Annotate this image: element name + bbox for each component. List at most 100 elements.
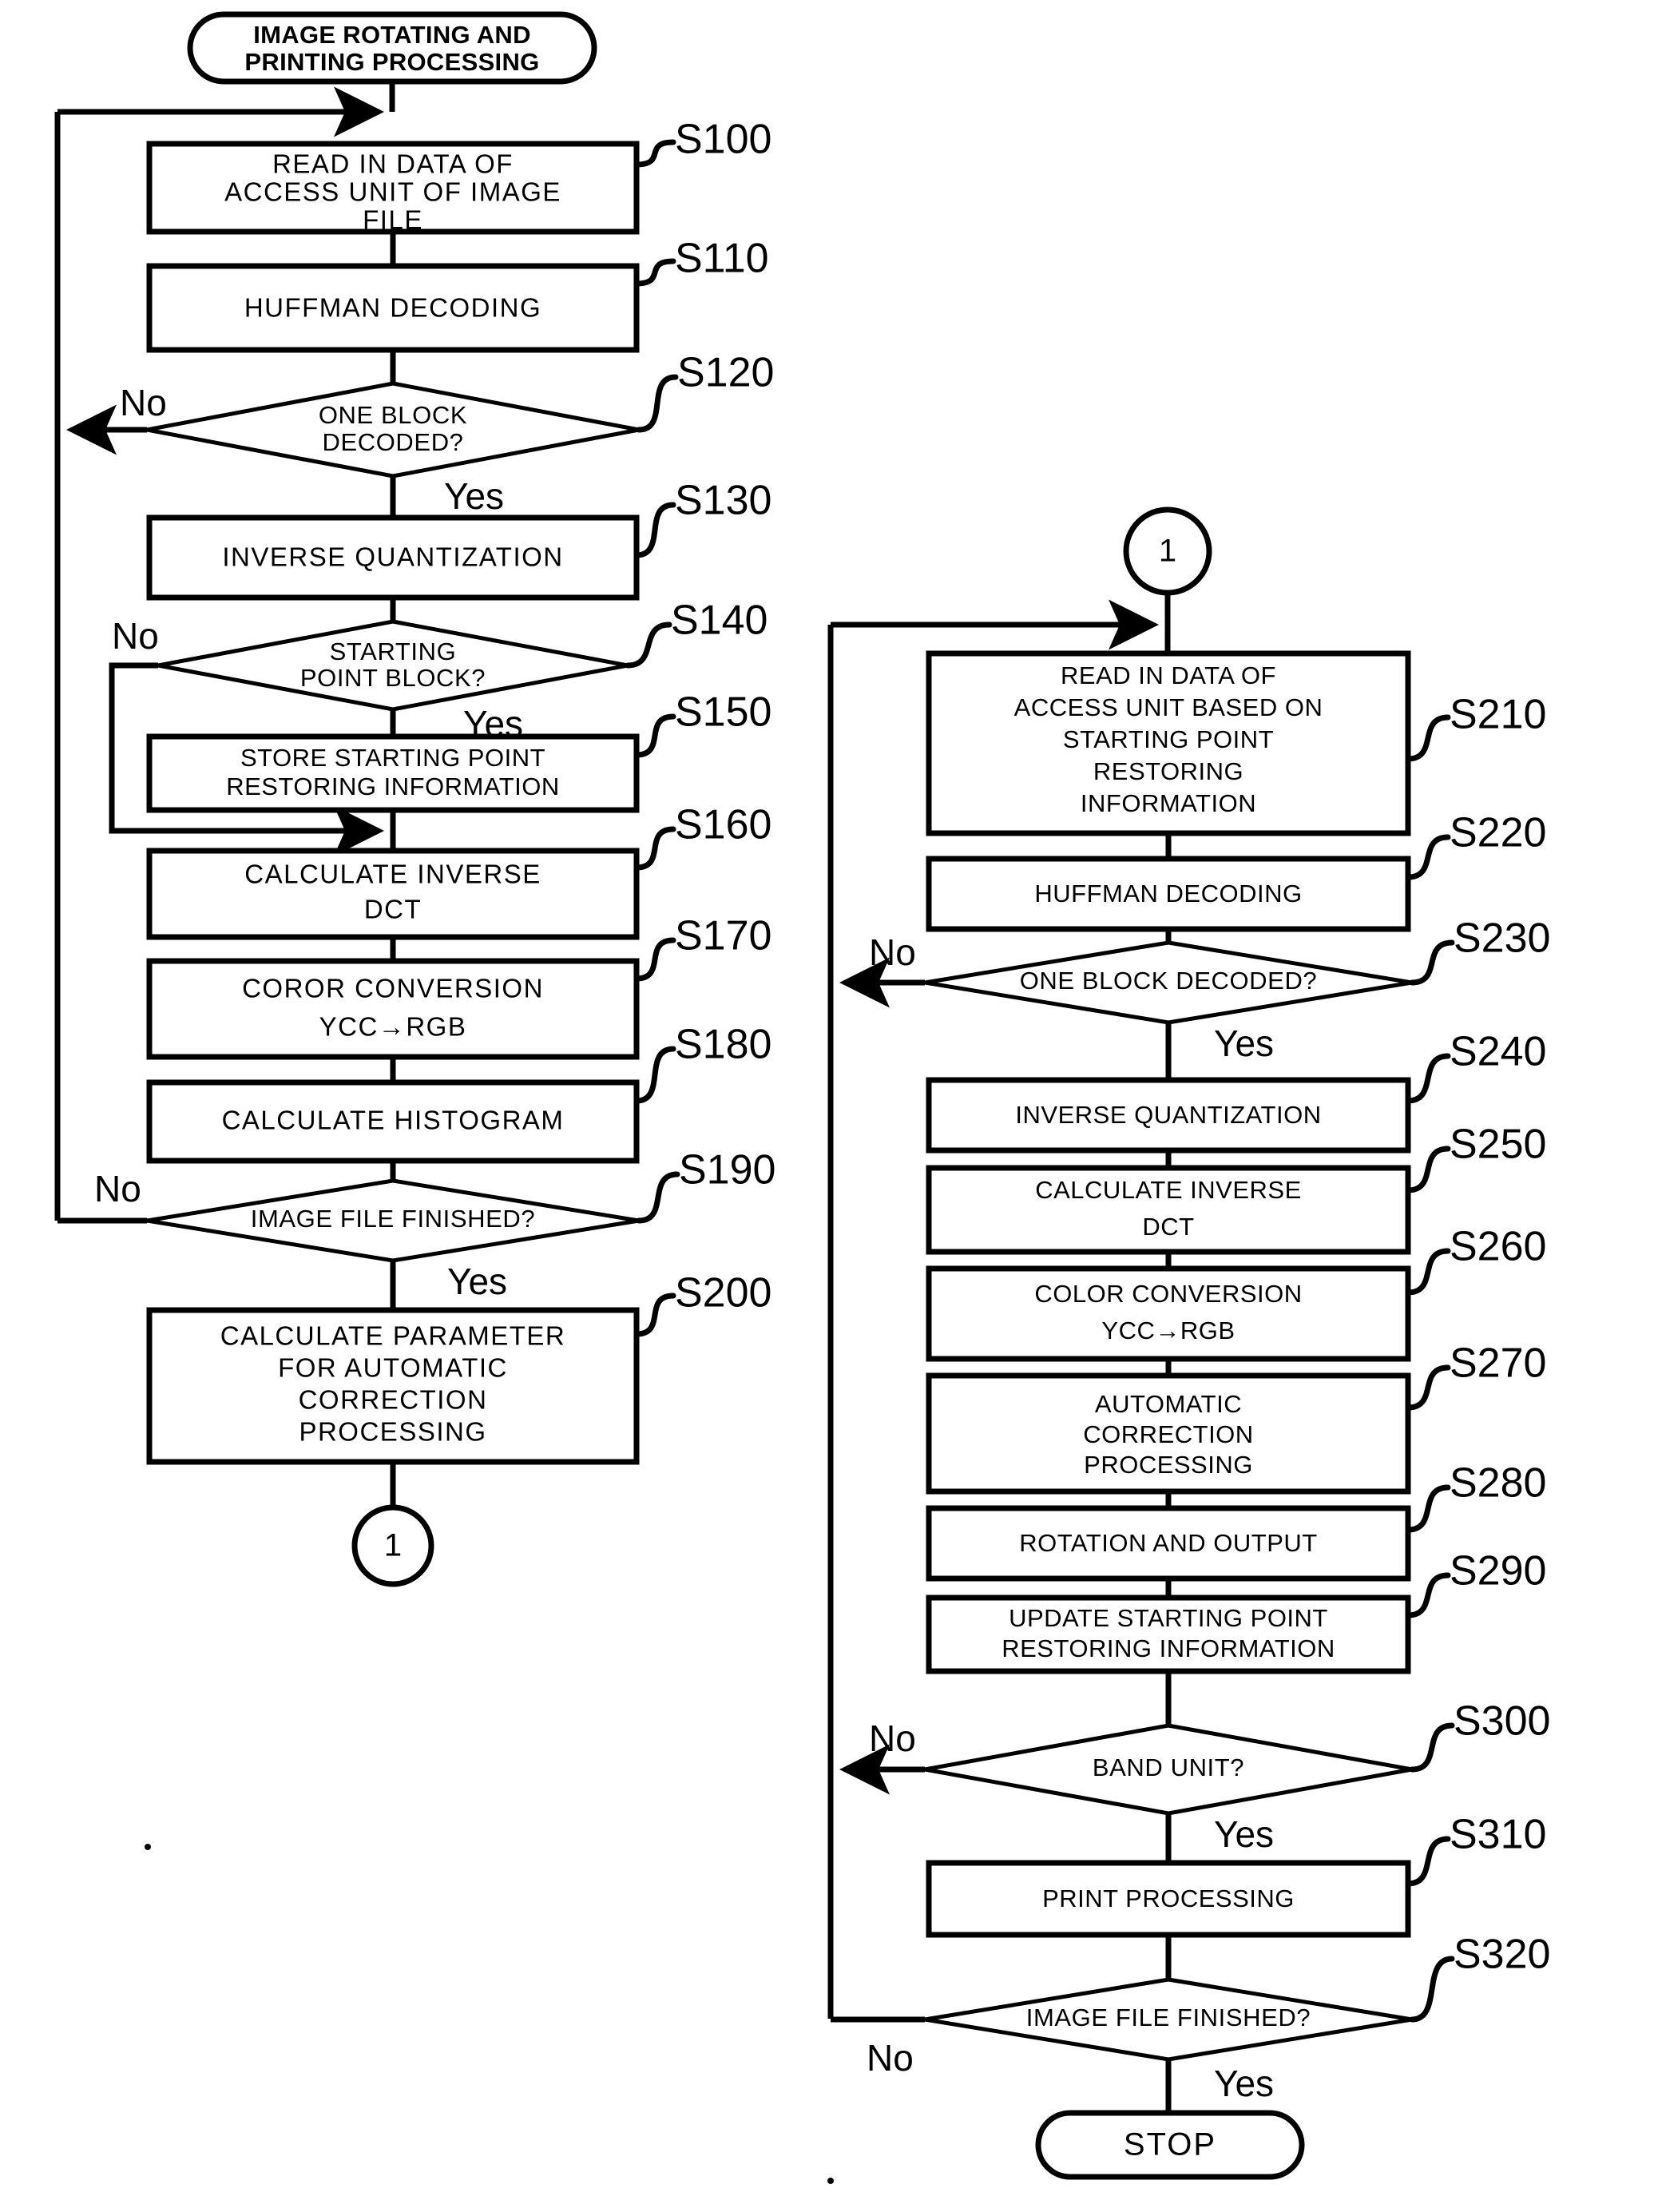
flowchart-page: IMAGE ROTATING AND PRINTING PROCESSING R… — [0, 0, 1654, 2212]
node-s210-line4: RESTORING — [1093, 757, 1243, 785]
leader-s190 — [636, 1171, 680, 1224]
node-s170-line1: COROR CONVERSION — [242, 974, 544, 1003]
step-label-s320: S320 — [1454, 1932, 1550, 1978]
node-s120-line1: ONE BLOCK — [319, 401, 467, 429]
node-s240-line1: INVERSE QUANTIZATION — [1015, 1101, 1321, 1129]
node-s200-line2: FOR AUTOMATIC — [278, 1353, 508, 1383]
node-s150-line2: RESTORING INFORMATION — [226, 772, 560, 800]
label-s230-no: No — [869, 931, 916, 973]
node-s180-line1: CALCULATE HISTOGRAM — [222, 1106, 565, 1135]
label-s300-no: No — [869, 1718, 916, 1759]
node-s120-line2: DECODED? — [322, 428, 463, 456]
step-label-s130: S130 — [675, 478, 771, 524]
scan-artifact-dot-left — [145, 1844, 151, 1850]
node-s100-line3: FILE — [363, 205, 423, 235]
node-s250-line1: CALCULATE INVERSE — [1035, 1176, 1302, 1204]
step-label-s250: S250 — [1450, 1122, 1546, 1168]
flowchart-canvas: IMAGE ROTATING AND PRINTING PROCESSING R… — [54, 11, 1550, 2184]
leader-s270 — [1405, 1364, 1451, 1411]
step-label-s210: S210 — [1450, 692, 1546, 738]
leader-s170 — [633, 937, 676, 982]
node-s150-line1: STORE STARTING POINT — [240, 744, 545, 772]
label-s140-no: No — [112, 615, 159, 657]
leader-s140 — [625, 622, 672, 669]
node-s160-line1: CALCULATE INVERSE — [244, 860, 541, 889]
step-label-s280: S280 — [1450, 1460, 1546, 1507]
step-label-s200: S200 — [675, 1270, 771, 1316]
leader-s180 — [633, 1046, 676, 1104]
leader-s120 — [636, 374, 679, 433]
step-label-s260: S260 — [1450, 1224, 1546, 1270]
node-s270-line1: AUTOMATIC — [1095, 1390, 1242, 1418]
node-s310-line1: PRINT PROCESSING — [1042, 1884, 1295, 1912]
node-s200-line3: CORRECTION — [299, 1385, 488, 1415]
node-s160-line2: DCT — [364, 895, 422, 924]
step-label-s140: S140 — [671, 598, 768, 644]
step-label-s300: S300 — [1454, 1698, 1550, 1745]
terminal-start-line2: PRINTING PROCESSING — [244, 48, 539, 76]
node-s130-line1: INVERSE QUANTIZATION — [222, 542, 563, 572]
label-s190-yes: Yes — [447, 1261, 507, 1302]
node-s210-line1: READ IN DATA OF — [1061, 661, 1276, 689]
node-s140-line1: STARTING — [330, 637, 457, 665]
label-s190-no: No — [94, 1168, 141, 1209]
label-s120-yes: Yes — [444, 475, 504, 517]
node-s140-line2: POINT BLOCK? — [300, 664, 486, 692]
connector-out-1-label: 1 — [384, 1528, 402, 1563]
step-label-s120: S120 — [677, 350, 774, 396]
step-label-s170: S170 — [675, 913, 771, 959]
node-s250-line2: DCT — [1142, 1213, 1194, 1241]
leader-s110 — [633, 258, 676, 287]
node-s270-line3: PROCESSING — [1084, 1451, 1253, 1479]
leader-s160 — [633, 826, 676, 871]
node-s190-line1: IMAGE FILE FINISHED? — [251, 1205, 536, 1233]
node-s210-line3: STARTING POINT — [1063, 725, 1274, 753]
node-s200-line4: PROCESSING — [299, 1417, 486, 1447]
label-s230-yes: Yes — [1214, 1023, 1274, 1064]
node-s260-line2: YCC→RGB — [1101, 1316, 1235, 1344]
node-s270-line2: CORRECTION — [1083, 1420, 1253, 1448]
step-label-s230: S230 — [1454, 915, 1550, 962]
leader-s240 — [1405, 1053, 1451, 1104]
leader-s200 — [633, 1293, 676, 1337]
step-label-s310: S310 — [1450, 1812, 1546, 1858]
step-label-s220: S220 — [1450, 810, 1546, 856]
leader-s150 — [633, 713, 676, 758]
leader-s100 — [633, 139, 676, 168]
leader-s220 — [1405, 834, 1451, 880]
step-label-s110: S110 — [675, 236, 769, 282]
label-s320-yes: Yes — [1214, 2063, 1274, 2104]
node-s100-line2: ACCESS UNIT OF IMAGE — [224, 177, 561, 207]
leader-s290 — [1405, 1572, 1451, 1618]
terminal-stop-label: STOP — [1124, 2127, 1216, 2162]
node-s110-line1: HUFFMAN DECODING — [244, 293, 541, 323]
label-s120-no: No — [120, 382, 167, 423]
step-label-s160: S160 — [675, 802, 771, 848]
node-s200-line1: CALCULATE PARAMETER — [220, 1321, 566, 1351]
node-s260-line1: COLOR CONVERSION — [1034, 1280, 1302, 1308]
label-s300-yes: Yes — [1214, 1813, 1274, 1855]
node-s320-line1: IMAGE FILE FINISHED? — [1026, 2004, 1311, 2031]
leader-s210 — [1405, 714, 1451, 762]
node-s290-line1: UPDATE STARTING POINT — [1009, 1604, 1328, 1632]
leader-s300 — [1409, 1722, 1455, 1773]
node-s290-line2: RESTORING INFORMATION — [1002, 1634, 1335, 1662]
leader-s130 — [633, 502, 676, 558]
leader-s280 — [1405, 1484, 1451, 1533]
node-s280-line1: ROTATION AND OUTPUT — [1019, 1529, 1317, 1557]
step-label-s100: S100 — [675, 117, 771, 163]
scan-artifact-dot-bottom — [827, 2178, 834, 2184]
step-label-s150: S150 — [675, 689, 771, 736]
node-s220-line1: HUFFMAN DECODING — [1034, 880, 1302, 907]
node-s210-line2: ACCESS UNIT BASED ON — [1014, 693, 1323, 721]
step-label-s180: S180 — [675, 1022, 771, 1068]
terminal-start-line1: IMAGE ROTATING AND — [253, 21, 531, 49]
leader-s310 — [1405, 1836, 1451, 1887]
node-s300-line1: BAND UNIT? — [1093, 1753, 1244, 1781]
node-s230-line1: ONE BLOCK DECODED? — [1020, 967, 1318, 995]
leader-s250 — [1405, 1146, 1451, 1193]
step-label-s290: S290 — [1450, 1548, 1546, 1594]
connector-in-1-label: 1 — [1159, 534, 1176, 569]
step-label-s240: S240 — [1450, 1029, 1546, 1075]
node-s100-line1: READ IN DATA OF — [272, 149, 514, 179]
